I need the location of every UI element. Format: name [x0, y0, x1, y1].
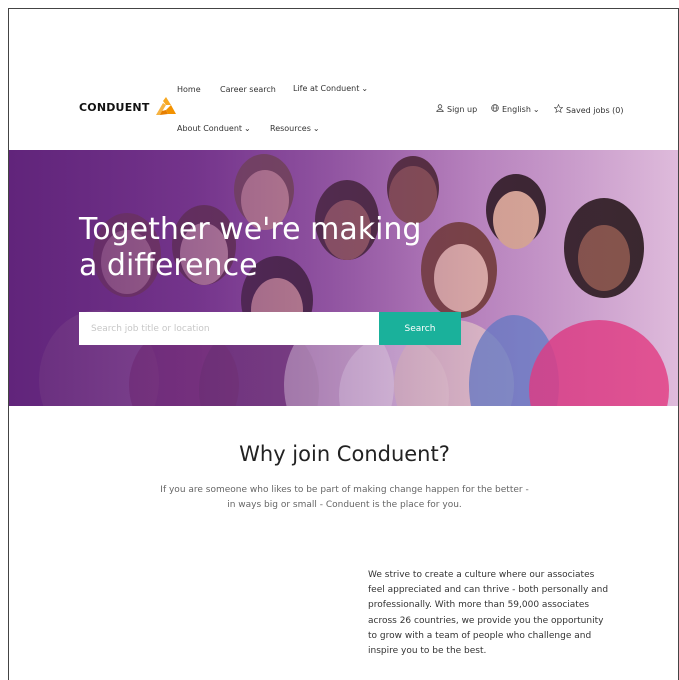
saved-jobs-link[interactable]: Saved jobs (0) [554, 104, 624, 115]
page-frame: CONDUENT Home Career search Life at Cond… [8, 8, 679, 680]
nav-resources-label: Resources [270, 124, 311, 133]
nav-life-at-conduent-label: Life at Conduent [293, 84, 360, 93]
search-button[interactable]: Search [379, 312, 461, 345]
language-label: English [502, 105, 531, 114]
chevron-down-icon: ⌄ [312, 124, 320, 133]
chevron-down-icon: ⌄ [361, 84, 369, 93]
why-join-subtitle: If you are someone who likes to be part … [119, 483, 570, 513]
chevron-down-icon: ⌄ [532, 105, 540, 114]
why-join-subtitle-line2: in ways big or small - Conduent is the p… [227, 500, 462, 510]
job-search-input[interactable] [79, 312, 379, 345]
conduent-logo[interactable]: CONDUENT [79, 95, 178, 119]
hero-title-line2: a difference [79, 248, 258, 283]
nav-about-conduent[interactable]: About Conduent ⌄ [177, 124, 251, 133]
nav-home[interactable]: Home [177, 85, 201, 94]
nav-about-conduent-label: About Conduent [177, 124, 243, 133]
hero-title-line1: Together we're making [79, 212, 422, 247]
conduent-logo-icon [155, 97, 176, 115]
hero-banner: Together we're making a difference Searc… [9, 150, 678, 406]
chevron-down-icon: ⌄ [244, 124, 251, 133]
nav-life-at-conduent[interactable]: Life at Conduent ⌄ [293, 84, 368, 93]
why-join-subtitle-line1: If you are someone who likes to be part … [160, 485, 529, 495]
sign-up-label: Sign up [447, 105, 478, 114]
saved-jobs-label: Saved jobs (0) [566, 106, 624, 115]
globe-icon [491, 104, 499, 112]
why-join-heading: Why join Conduent? [239, 442, 450, 466]
nav-resources[interactable]: Resources ⌄ [270, 124, 320, 133]
language-selector[interactable]: English ⌄ [491, 104, 540, 114]
culture-paragraph: We strive to create a culture where our … [368, 570, 609, 657]
sign-up-link[interactable]: Sign up [436, 104, 477, 114]
nav-career-search[interactable]: Career search [220, 85, 276, 94]
user-icon [436, 104, 444, 112]
hero-title: Together we're making a difference [79, 212, 479, 284]
star-icon [554, 104, 563, 113]
logo-text: CONDUENT [79, 100, 150, 114]
